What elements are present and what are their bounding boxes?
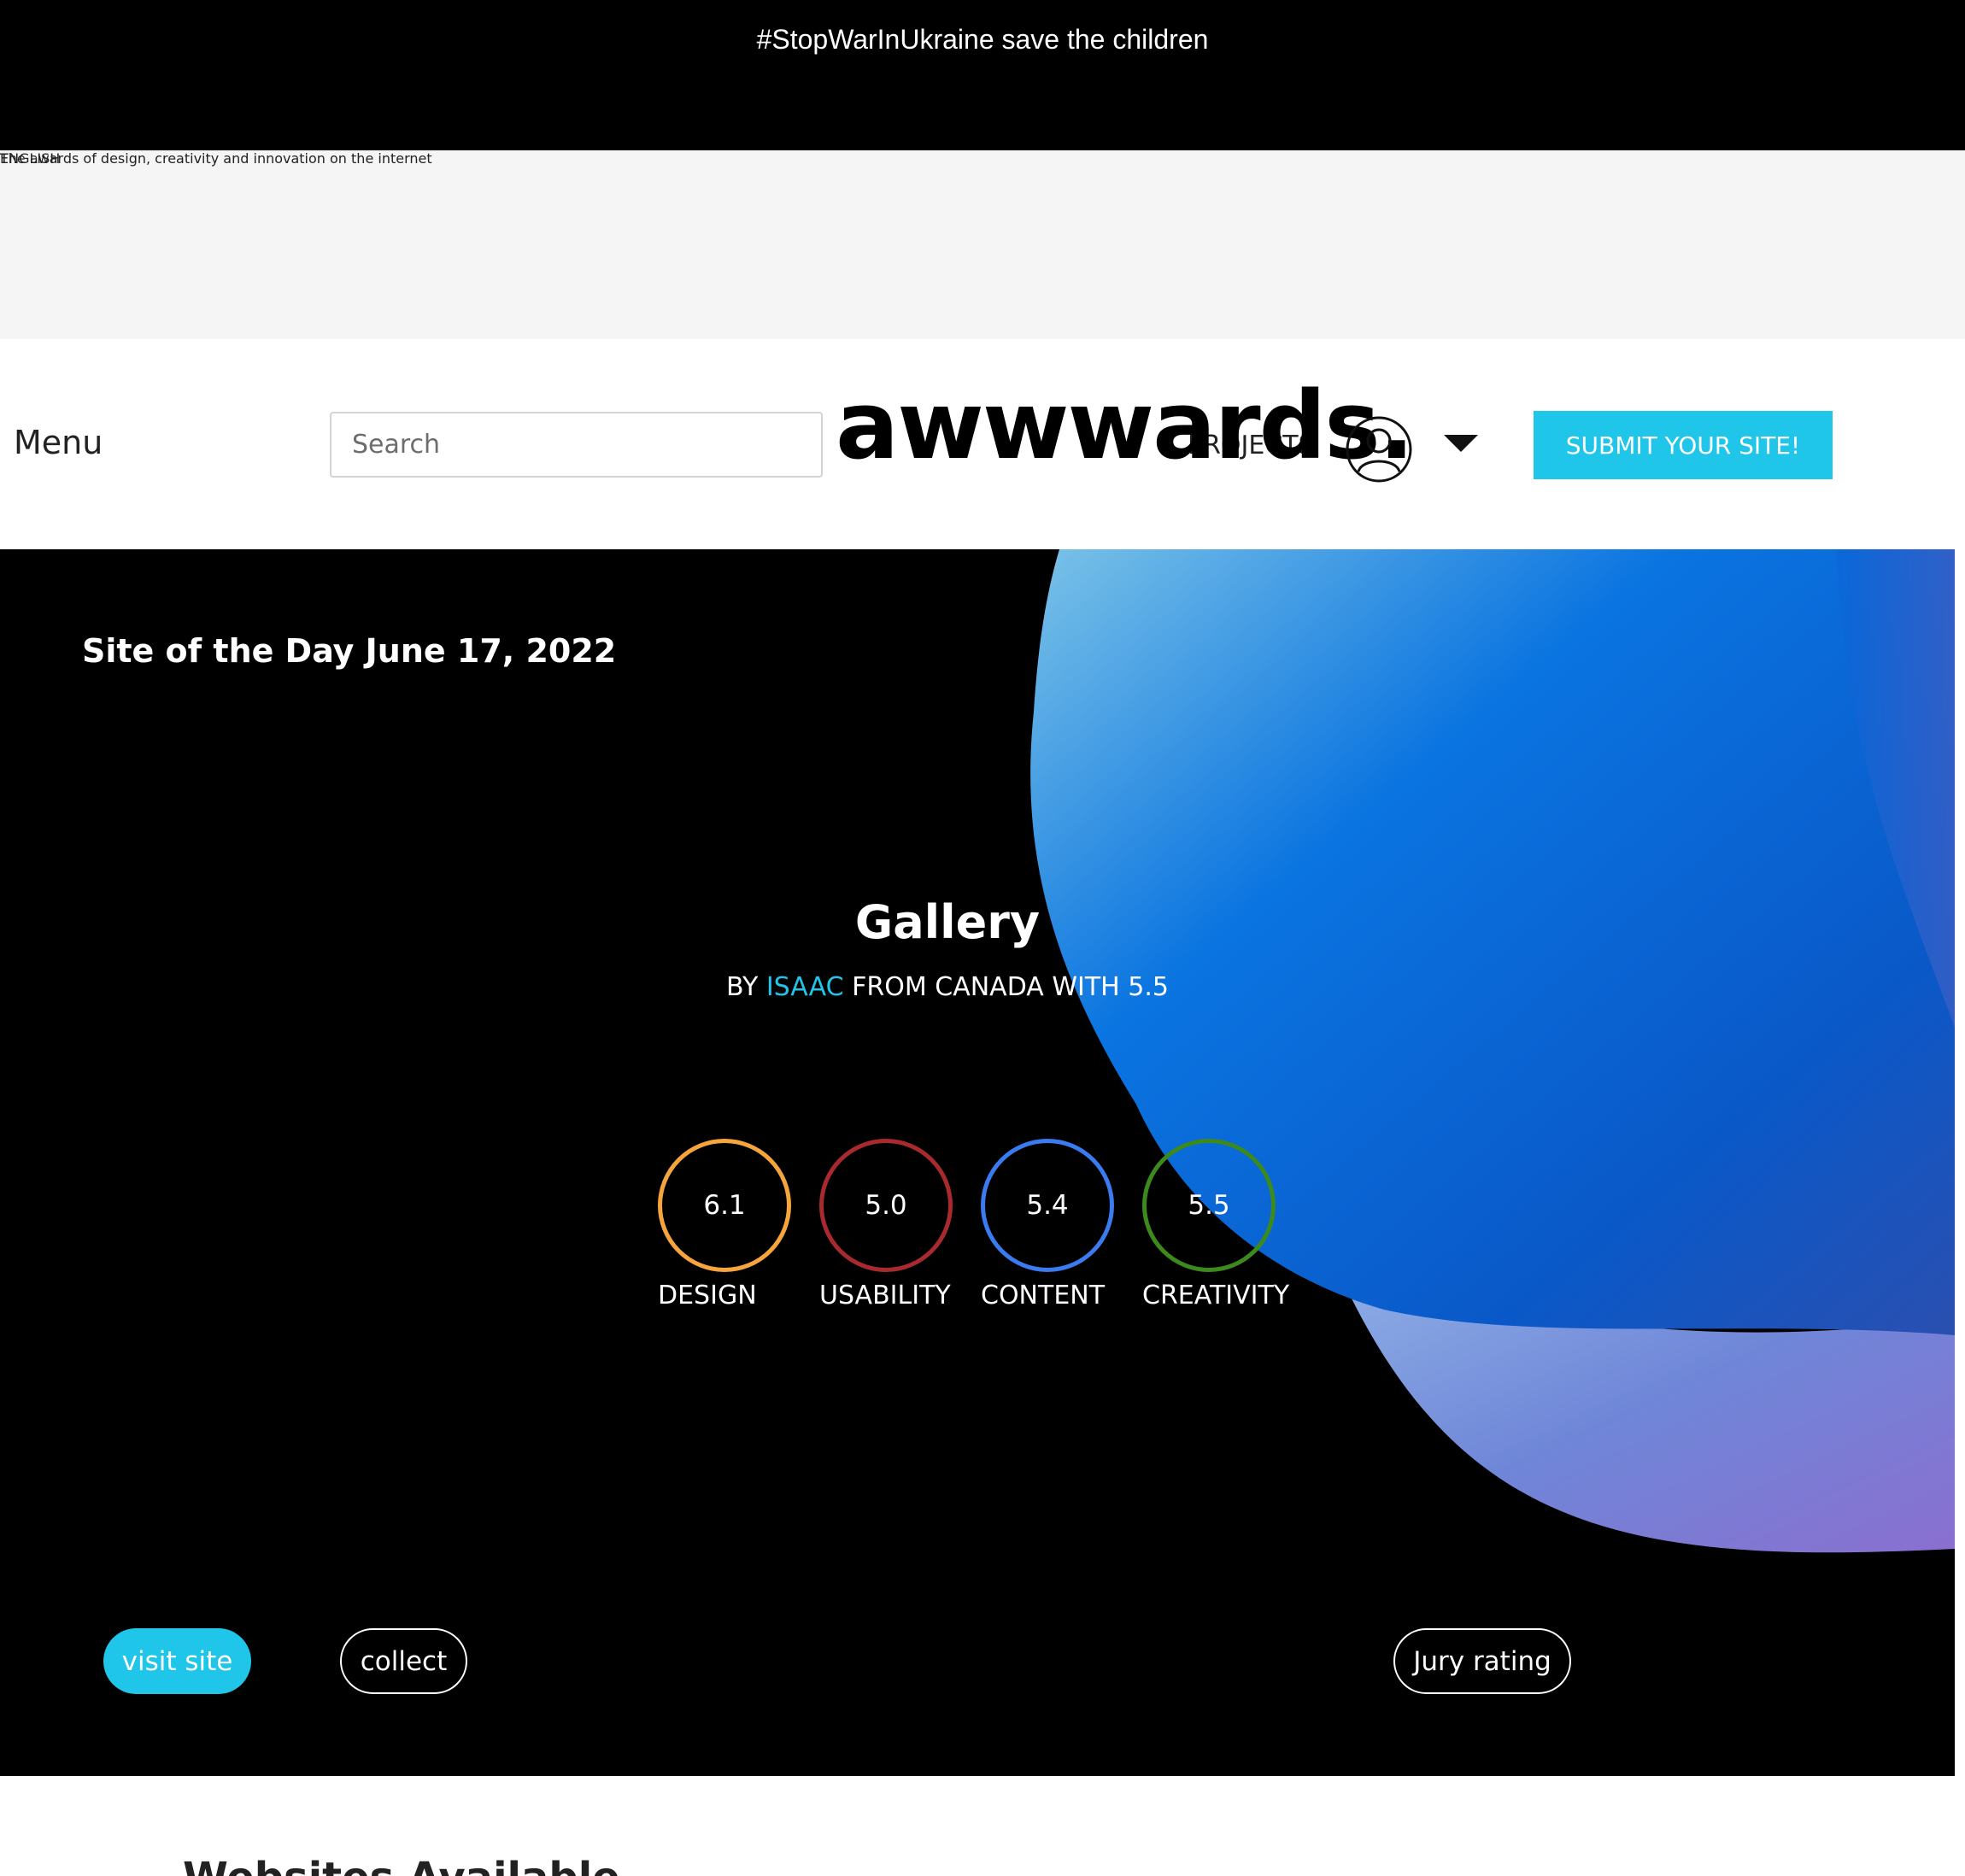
- site-of-the-day-hero: Site of the Day June 17, 2022 Gallery BY…: [0, 549, 1955, 1776]
- byline-by: BY: [726, 972, 759, 1002]
- score-ring: 6.1: [658, 1139, 791, 1272]
- chevron-down-icon[interactable]: [1442, 433, 1480, 454]
- byline-rest: FROM CANADA WITH 5.5: [852, 972, 1169, 1002]
- score-content: 5.4 CONTENT: [981, 1139, 1117, 1310]
- byline: BY ISAAC FROM CANADA WITH 5.5: [0, 972, 1895, 1002]
- search-input[interactable]: [330, 412, 823, 478]
- score-usability: 5.0 USABILITY: [819, 1139, 956, 1310]
- score-ring: 5.4: [981, 1139, 1114, 1272]
- author-link[interactable]: ISAAC: [766, 972, 844, 1002]
- score-label: USABILITY: [819, 1281, 951, 1310]
- visit-site-button[interactable]: visit site: [103, 1628, 251, 1694]
- banner-message: #StopWarInUkraine save the children: [756, 24, 1209, 55]
- site-title[interactable]: Gallery: [0, 895, 1895, 949]
- menu-button[interactable]: Menu: [14, 424, 103, 461]
- site-of-the-day-heading: Site of the Day June 17, 2022: [82, 632, 617, 670]
- hero-artwork-image: [1030, 549, 1955, 1553]
- score-label: DESIGN: [658, 1281, 757, 1310]
- score-creativity: 5.5 CREATIVITY: [1142, 1139, 1290, 1310]
- score-label: CREATIVITY: [1142, 1281, 1290, 1310]
- sub-bar: [0, 150, 1965, 339]
- submit-site-button[interactable]: SUBMIT YOUR SITE!: [1534, 411, 1833, 479]
- collect-button[interactable]: collect: [340, 1628, 467, 1694]
- site-logo[interactable]: awwwards.: [836, 374, 1415, 478]
- score-label: CONTENT: [981, 1281, 1106, 1310]
- score-ring: 5.0: [819, 1139, 953, 1272]
- score-ring: 5.5: [1142, 1139, 1276, 1272]
- top-banner: #StopWarInUkraine save the children: [0, 0, 1965, 150]
- tagline: The awards of design, creativity and inn…: [0, 150, 432, 167]
- websites-available-heading: Websites Available: [183, 1854, 620, 1876]
- user-icon[interactable]: [1345, 415, 1413, 484]
- score-design: 6.1 DESIGN: [658, 1139, 795, 1310]
- jury-rating-button[interactable]: Jury rating: [1393, 1628, 1571, 1694]
